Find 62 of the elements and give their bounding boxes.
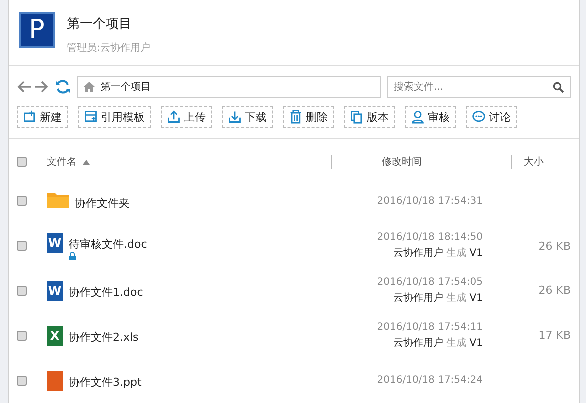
modified-time: 2016/10/18 17:54:31: [376, 196, 483, 207]
modified-time: 2016/10/18 17:54:11: [376, 322, 483, 333]
action-label: 生成: [446, 248, 467, 260]
toolbar-button[interactable]: 下载: [222, 106, 273, 128]
toolbar-button[interactable]: 新建: [17, 106, 68, 128]
file-name[interactable]: 协作文件1.doc: [69, 286, 144, 299]
version-label: V1: [470, 292, 483, 304]
select-all-checkbox[interactable]: [17, 157, 27, 167]
row-checkbox[interactable]: [17, 286, 27, 296]
column-header[interactable]: 修改时间: [382, 157, 422, 168]
sort-up-icon: [83, 160, 90, 164]
action-label: 生成: [446, 292, 467, 304]
toolbar-button[interactable]: 上传: [161, 106, 212, 128]
author-name: 云协作用户: [393, 248, 444, 260]
row-checkbox[interactable]: [17, 196, 27, 206]
modified-time: 2016/10/18 17:54:24: [376, 375, 483, 386]
author-name: 云协作用户: [393, 292, 444, 304]
project-subtitle: 管理员:云协作用户: [67, 42, 150, 55]
trash-icon: [289, 110, 303, 124]
presentation-file-icon: [47, 370, 63, 391]
project-title: 第一个项目: [67, 16, 133, 33]
word-file-icon: W: [47, 280, 63, 301]
refresh-icon[interactable]: [55, 79, 71, 95]
project-logo: P: [19, 12, 55, 48]
toolbar-button[interactable]: 审核: [405, 106, 456, 128]
modified-time: 2016/10/18 17:54:05: [376, 276, 483, 288]
pages-icon: [350, 110, 364, 124]
word-file-icon: W: [47, 232, 63, 253]
version-label: V1: [470, 338, 483, 349]
author-name: 云协作用户: [393, 338, 444, 349]
file-name[interactable]: 协作文件2.xls: [69, 330, 139, 344]
file-size: 26 KB: [538, 240, 571, 253]
file-name[interactable]: 协作文件3.ppt: [69, 376, 142, 389]
file-size: 17 KB: [538, 329, 571, 342]
column-header[interactable]: 文件名: [47, 155, 77, 169]
toolbar-button[interactable]: 引用模板: [78, 106, 151, 128]
excel-file-icon: X: [47, 326, 63, 346]
upload-icon: [167, 110, 181, 124]
version-label: V1: [470, 248, 483, 260]
person-icon: [411, 110, 425, 124]
toolbar-button[interactable]: 版本: [344, 106, 395, 128]
toolbar-button[interactable]: 讨论: [466, 106, 517, 128]
toolbar-button[interactable]: 删除: [283, 106, 334, 128]
folder-icon: [47, 192, 69, 208]
column-header[interactable]: 大小: [524, 157, 544, 168]
modified-time: 2016/10/18 18:14:50: [376, 232, 483, 244]
download-icon: [228, 110, 242, 124]
file-name[interactable]: 待审核文件.doc: [69, 238, 148, 251]
path-field[interactable]: 第一个项目: [77, 76, 381, 98]
row-checkbox[interactable]: [17, 241, 27, 252]
speech-bubble-icon: [472, 110, 486, 124]
row-checkbox[interactable]: [17, 330, 27, 341]
search-icon: [553, 82, 564, 92]
back-forward-icon[interactable]: [17, 80, 49, 94]
action-label: 生成: [446, 338, 467, 349]
file-size: 26 KB: [538, 284, 571, 298]
template-icon: [84, 110, 98, 124]
search-field[interactable]: 搜索文件...: [387, 76, 571, 98]
plus-icon: [23, 110, 37, 124]
file-name[interactable]: 协作文件夹: [75, 196, 130, 210]
row-checkbox[interactable]: [17, 376, 27, 386]
home-icon: [84, 82, 95, 92]
